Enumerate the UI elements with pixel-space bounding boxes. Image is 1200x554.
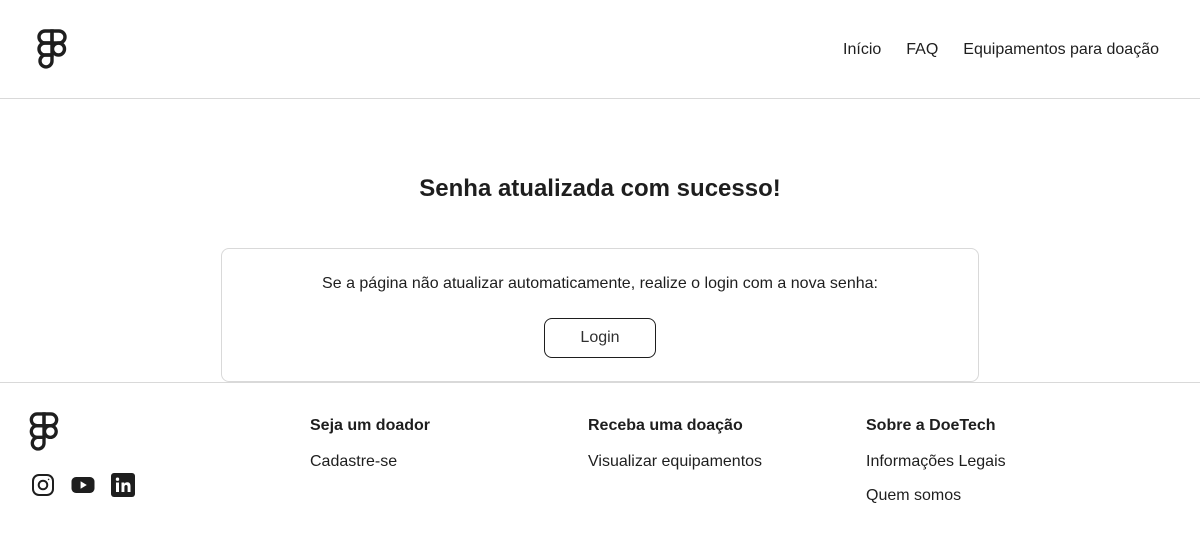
nav-link-faq[interactable]: FAQ	[906, 40, 938, 60]
footer-heading-donor: Seja um doador	[310, 417, 431, 434]
instagram-icon[interactable]	[31, 473, 55, 497]
info-message: Se a página não atualizar automaticament…	[322, 275, 878, 292]
figma-logo-icon[interactable]	[37, 29, 67, 70]
site-footer: Seja um doador Cadastre-se Receba uma do…	[0, 382, 1200, 554]
footer-link-signup[interactable]: Cadastre-se	[310, 452, 430, 472]
footer-link-legal[interactable]: Informações Legais	[866, 452, 1006, 472]
footer-link-about-us[interactable]: Quem somos	[866, 486, 1006, 506]
nav-link-equipment[interactable]: Equipamentos para doação	[963, 40, 1159, 60]
login-button[interactable]: Login	[544, 318, 656, 358]
main-nav: Início FAQ Equipamentos para doação	[843, 40, 1159, 60]
footer-col-about: Sobre a DoeTech Informações Legais Quem …	[866, 416, 1006, 506]
page-title: Senha atualizada com sucesso!	[419, 175, 781, 202]
footer-heading-about: Sobre a DoeTech	[866, 417, 996, 434]
footer-col-receive: Receba uma doação Visualizar equipamento…	[588, 416, 762, 472]
footer-link-view-equipment[interactable]: Visualizar equipamentos	[588, 452, 762, 472]
footer-heading-receive: Receba uma doação	[588, 417, 743, 434]
youtube-icon[interactable]	[71, 473, 95, 497]
site-header: Início FAQ Equipamentos para doação	[0, 0, 1200, 99]
nav-link-home[interactable]: Início	[843, 40, 881, 60]
footer-figma-logo-icon[interactable]	[29, 412, 59, 452]
message-card: Se a página não atualizar automaticament…	[221, 248, 979, 382]
linkedin-icon[interactable]	[111, 473, 135, 497]
footer-col-donor: Seja um doador Cadastre-se	[310, 416, 430, 472]
social-links	[31, 473, 135, 497]
